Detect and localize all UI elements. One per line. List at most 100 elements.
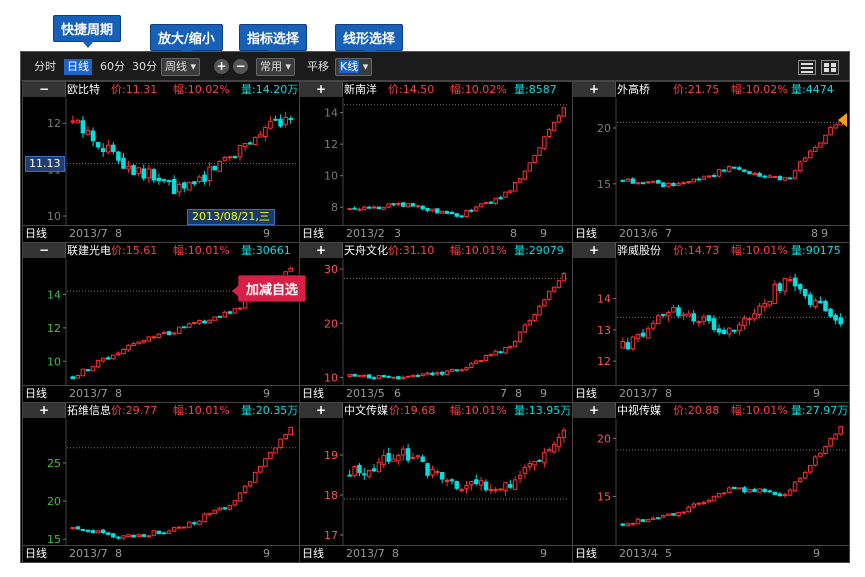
add-remove-favorite-button[interactable]: + [300, 403, 343, 418]
candle-up [357, 374, 362, 377]
y-axis-tick-label: 13 [597, 324, 611, 337]
candle-up [439, 211, 445, 214]
indicator-dropdown[interactable]: 常用 ▾ [256, 58, 296, 76]
candle-down [410, 203, 416, 207]
stock-name: 骅威股份 [617, 244, 661, 257]
period-weekly-dropdown[interactable]: 周线 ▾ [161, 58, 201, 76]
candle-up [813, 300, 818, 307]
period-60min-tab[interactable]: 60分 [97, 59, 128, 75]
list-view-icon[interactable] [798, 60, 816, 75]
panel-footer: 日线 2013/7 8 9 [23, 225, 299, 242]
candlestick-chart[interactable]: 14 12 10 8 [300, 98, 572, 225]
stock-chart-panel[interactable]: −欧比特价:11.31幅:10.02%量:14.20万121110日线2013/… [22, 81, 300, 243]
candlestick-chart[interactable]: 2015 [573, 98, 849, 225]
candle-down [85, 369, 91, 372]
candle-up [464, 210, 469, 218]
x-axis-tick-label: 6 [394, 387, 401, 400]
candle-up [242, 301, 248, 309]
add-remove-favorite-button[interactable]: + [300, 243, 343, 258]
stock-chart-panel[interactable]: + 中视传媒 价:20.88 幅:10.01% 量:27.97万 20 15 日线 2013/4… [572, 402, 850, 563]
x-axis-tick-label: 3 [394, 227, 401, 240]
crosshair-price-tooltip: 11.13 [25, 155, 65, 172]
candle-up [396, 203, 401, 206]
y-axis-tick-label: 20 [597, 122, 611, 135]
y-axis-tick-label: 17 [324, 529, 338, 542]
change-percent: 幅:10.01% [731, 404, 788, 417]
stock-chart-panel[interactable]: + 外高桥 价:21.75 幅:10.02% 量:4474 20 15 日线 2013/6 7 8 9 [572, 81, 850, 243]
candle-down [620, 523, 626, 526]
candle-up [352, 466, 357, 476]
candle-up [247, 481, 253, 487]
candle-up [449, 369, 455, 372]
candle-up [464, 367, 469, 371]
candle-up [650, 517, 656, 521]
stock-chart-panel[interactable]: + 中文传媒 价:19.68 幅:10.01% 量:13.95万 19 18 17 日线 2013… [299, 402, 573, 563]
period-30min-tab[interactable]: 30分 [129, 59, 160, 75]
period-daily-tab[interactable]: 日线 [64, 59, 92, 75]
period-label: 日线 [302, 547, 324, 560]
y-axis-tick-label: 14 [47, 288, 61, 301]
panel-footer: 日线 2013/7 8 9 [300, 545, 572, 562]
candlestick-chart[interactable]: 2015 [573, 419, 849, 545]
period-minute-tab[interactable]: 分时 [31, 59, 59, 75]
add-remove-favorite-button[interactable]: − [23, 82, 66, 97]
candle-up [542, 299, 547, 307]
zoom-out-button[interactable]: − [233, 59, 248, 74]
add-remove-favorite-button[interactable]: + [573, 82, 616, 97]
candle-up [100, 357, 106, 362]
candlestick-chart[interactable]: 19 18 17 [300, 419, 572, 545]
candlestick-chart[interactable]: 30 20 10 [300, 259, 572, 385]
candle-up [747, 489, 752, 493]
candle-down [85, 529, 91, 532]
add-remove-favorite-button[interactable]: + [23, 403, 66, 418]
candle-up [242, 142, 248, 148]
candle-up [537, 147, 542, 156]
candle-down [696, 178, 702, 181]
candle-up [376, 375, 382, 379]
x-axis-tick-label: 2013/2 [346, 227, 385, 240]
zoom-in-button[interactable]: + [214, 59, 229, 74]
candle-down [212, 165, 217, 171]
add-remove-favorite-button[interactable]: − [23, 243, 66, 258]
candle-up [237, 145, 243, 158]
candle-down [802, 288, 808, 297]
stock-chart-panel[interactable]: + 天舟文化 价:31.10 幅:10.01% 量:29079 30 20 10 日线 2013/… [299, 242, 573, 403]
current-position-marker-icon [838, 113, 847, 127]
candle-up [263, 458, 268, 467]
candle-up [401, 376, 406, 380]
stock-chart-panel[interactable]: + 拓维信息 价:29.77 幅:10.01% 量:20.35万 25 20 15 日线 2013… [22, 402, 300, 563]
candle-up [283, 116, 288, 125]
candle-up [381, 206, 386, 210]
callout-indicator: 指标选择 [239, 24, 308, 57]
candle-up [532, 154, 537, 164]
linetype-dropdown[interactable]: K线 ▾ [335, 58, 373, 76]
y-axis-tick-label: 30 [324, 263, 338, 276]
candle-down [640, 519, 646, 522]
candle-down [625, 342, 631, 350]
candle-down [105, 357, 111, 360]
grid-view-icon[interactable] [821, 60, 839, 75]
stock-chart-panel[interactable]: + 骅威股份 价:14.73 幅:10.01% 量:90175 14 13 12 日线 2013/… [572, 242, 850, 403]
add-remove-favorite-button[interactable]: + [573, 243, 616, 258]
pan-button[interactable]: 平移 [304, 59, 332, 75]
candle-down [747, 171, 752, 175]
candle-up [126, 534, 131, 537]
candle-down [430, 372, 435, 376]
panel-header: − 欧比特 价:11.31 幅:10.02% 量:14.20万 [23, 82, 299, 98]
candle-down [777, 176, 783, 181]
volume-value: 量:13.95万 [514, 404, 572, 417]
panel-header: + 中视传媒 价:20.88 幅:10.01% 量:27.97万 [573, 403, 849, 419]
candle-up [671, 306, 676, 313]
add-remove-favorite-button[interactable]: + [300, 82, 343, 97]
candle-down [131, 534, 136, 538]
candle-down [415, 374, 421, 377]
y-axis-tick-label: 15 [597, 491, 611, 504]
stock-chart-panel[interactable]: + 新南洋 价:14.50 幅:10.02% 量:8587 14 12 10 8 日线 2013/2… [299, 81, 573, 243]
candlestick-chart[interactable]: 25 20 15 [23, 419, 299, 545]
candle-down [192, 181, 197, 185]
candlestick-chart[interactable]: 14 13 12 [573, 259, 849, 385]
indicator-label: 常用 [260, 60, 282, 73]
stock-chart-panel[interactable]: − 联建光电 价:15.61 幅:10.01% 量:30661 14 12 10 日线 2013/… [22, 242, 300, 403]
change-percent: 幅:10.02% [173, 83, 230, 96]
add-remove-favorite-button[interactable]: + [573, 403, 616, 418]
